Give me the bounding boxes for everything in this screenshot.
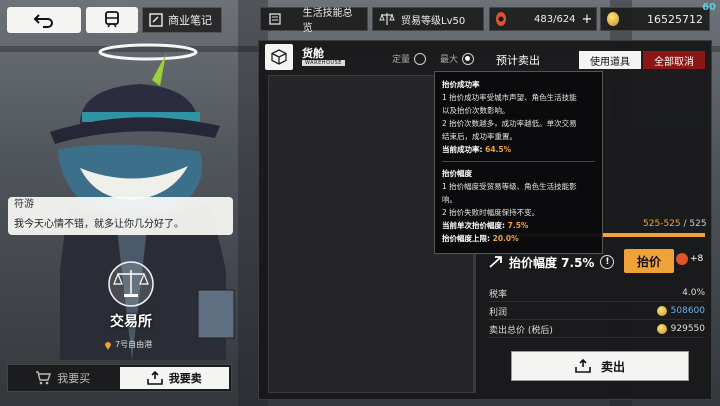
current-success-rate: 当前成功率: 64.5% xyxy=(442,143,595,156)
exchange-emblem-icon xyxy=(100,258,162,310)
trade-level-button[interactable]: 贸易等级Lv50 xyxy=(372,7,484,31)
location-subtitle: 7号自由港 xyxy=(104,339,152,350)
total-label: 卖出总价 (税后) xyxy=(489,325,553,336)
single-bargain-range: 当前单次抬价幅度: 7.5% xyxy=(442,219,595,232)
stamina-icon xyxy=(676,253,688,265)
bargain-range-cap: 抬价幅度上限: 20.0% xyxy=(442,232,595,245)
bargain-cost: +8 xyxy=(676,253,703,265)
coin-icon xyxy=(656,306,667,316)
total-value: 929550 xyxy=(670,324,705,334)
fixed-quantity-radio[interactable] xyxy=(414,52,427,65)
profit-value-wrap: 508600 xyxy=(656,306,705,316)
location-name: 7号自由港 xyxy=(115,340,153,349)
buy-tab-label: 我要买 xyxy=(57,372,91,385)
quantity-current: 525 xyxy=(643,219,661,229)
quantity-readout: 525-525 / 525 xyxy=(643,219,707,229)
trade-level-label: 贸易等级Lv50 xyxy=(401,15,466,27)
npc-dialogue: 我今天心情不错，就多让你几分好了。 xyxy=(14,219,184,230)
sell-tray-icon xyxy=(146,371,163,385)
bargain-button[interactable]: 抬价 xyxy=(624,249,674,273)
train-icon xyxy=(105,11,119,28)
profit-row: 利润 508600 xyxy=(489,303,705,320)
bargain-cost-value: +8 xyxy=(690,254,704,264)
single-bargain-range-value: 7.5% xyxy=(507,221,529,230)
success-rate-line-1: 1 抬价成功率受城市声望、角色生活技能 xyxy=(442,93,577,102)
max-quantity-label: 最大 xyxy=(440,55,459,65)
bargain-info-tooltip: 抬价成功率 1 抬价成功率受城市声望、角色生活技能 以及抬价次数影响。 2 抬价… xyxy=(434,71,603,254)
success-rate-line-4: 结束后，成功率重置。 xyxy=(442,132,517,141)
bargain-range-cap-label: 抬价幅度上限: xyxy=(442,234,490,243)
npc-speech-bubble: 符游 我今天心情不错，就多让你几分好了。 xyxy=(8,197,233,235)
coin-value: 16525712 xyxy=(647,12,703,26)
back-button[interactable] xyxy=(7,7,81,33)
fixed-quantity-label: 定量 xyxy=(392,55,411,65)
success-rate-line-2: 以及抬价次数影响。 xyxy=(442,106,510,115)
total-row: 卖出总价 (税后) 929550 xyxy=(489,321,705,338)
bargain-info-icon[interactable]: ! xyxy=(600,255,615,269)
bargain-range-title: 抬价幅度 xyxy=(442,169,472,178)
sell-tray-icon xyxy=(575,359,591,373)
back-arrow-icon xyxy=(33,14,53,28)
success-rate-line-3: 2 抬价次数越多，成功率越低。单次交易 xyxy=(442,119,577,128)
current-success-rate-label: 当前成功率: xyxy=(442,145,483,154)
coin-display: 16525712 xyxy=(600,7,710,31)
tax-row: 税率 4.0% xyxy=(489,285,705,302)
tooltip-divider xyxy=(442,161,595,162)
total-value-wrap: 929550 xyxy=(656,324,705,334)
bargain-rate-row: 抬价幅度 7.5% ! xyxy=(489,251,615,273)
presell-title: 预计卖出 xyxy=(496,54,540,67)
fps-counter: 60 xyxy=(702,2,716,13)
notes-icon xyxy=(149,13,163,27)
bargain-rate-label: 抬价幅度 7.5% xyxy=(509,255,595,270)
bargain-range-cap-value: 20.0% xyxy=(492,234,519,243)
skills-book-icon xyxy=(267,11,283,27)
stamina-display[interactable]: 483/624 + xyxy=(489,7,597,31)
business-notes-button[interactable]: 商业笔记 xyxy=(142,7,222,33)
sell-tab[interactable]: 我要卖 xyxy=(119,367,229,389)
business-notes-label: 商业笔记 xyxy=(168,14,212,27)
quantity-mode-selector: 定量 最大 xyxy=(392,52,475,65)
sell-button[interactable]: 卖出 xyxy=(511,351,689,381)
buy-tab[interactable]: 我要买 xyxy=(8,365,118,391)
warehouse-subtitle: WAREHOUSE xyxy=(302,60,345,66)
warehouse-title: 货舱 xyxy=(302,47,324,60)
tax-label: 税率 xyxy=(489,289,508,300)
coin-icon xyxy=(607,12,619,26)
use-item-button[interactable]: 使用道具 xyxy=(579,51,641,69)
bargain-range-line-2: 响。 xyxy=(442,195,457,204)
profit-label: 利润 xyxy=(489,307,508,318)
max-quantity-radio[interactable] xyxy=(462,52,475,65)
sell-button-label: 卖出 xyxy=(600,359,625,374)
stamina-icon xyxy=(496,12,506,26)
current-success-rate-value: 64.5% xyxy=(485,145,512,154)
life-skills-label: 生活技能总览 xyxy=(302,8,353,34)
panel-header: 货舱 WAREHOUSE 定量 最大 预计卖出 使用道具 全部取消 xyxy=(259,41,711,71)
cancel-all-button[interactable]: 全部取消 xyxy=(643,51,705,69)
location-pin-icon xyxy=(105,341,111,350)
trend-up-icon xyxy=(489,256,502,268)
warehouse-box-icon xyxy=(265,44,293,70)
trade-mode-toggle: 我要买 我要卖 xyxy=(7,364,232,392)
train-button[interactable] xyxy=(86,7,138,33)
npc-name: 符游 xyxy=(14,199,34,210)
tax-value: 4.0% xyxy=(682,288,705,298)
cart-icon xyxy=(36,371,52,385)
bargain-range-line-1: 1 抬价幅度受贸易等级、角色生活技能影 xyxy=(442,182,577,191)
success-rate-title: 抬价成功率 xyxy=(442,80,480,89)
location-title: 交易所 xyxy=(110,314,152,330)
coin-icon xyxy=(656,324,667,334)
scales-icon xyxy=(379,11,395,27)
stamina-value: 483/624 xyxy=(534,13,576,25)
quantity-max: / 525 xyxy=(683,219,707,229)
life-skills-overview-button[interactable]: 生活技能总览 xyxy=(260,7,368,34)
quantity-selected: 525 xyxy=(663,219,681,229)
sell-tab-label: 我要卖 xyxy=(168,372,202,385)
bargain-range-line-3: 2 抬价失败时幅度保持不变。 xyxy=(442,208,540,217)
single-bargain-range-label: 当前单次抬价幅度: xyxy=(442,221,505,230)
profit-value: 508600 xyxy=(670,306,705,316)
add-stamina-icon[interactable]: + xyxy=(582,12,593,27)
